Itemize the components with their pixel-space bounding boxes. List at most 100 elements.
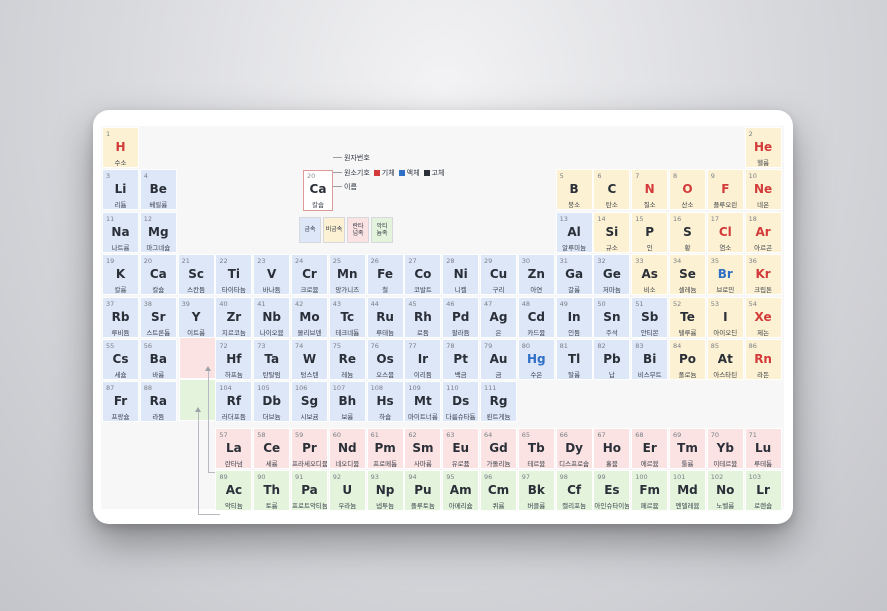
element-cell-tc[interactable]: 43 Tc 테크네튬 — [328, 296, 366, 338]
element-cell-rg[interactable]: 111 Rg 뢴트게늄 — [480, 381, 517, 423]
element-cell-mt[interactable]: 109 Mt 마이트너륨 — [404, 381, 442, 423]
element-cell-th[interactable]: 90 Th 토륨 — [253, 470, 291, 512]
element-cell-hs[interactable]: 108 Hs 하슘 — [366, 381, 404, 423]
element-cell-np[interactable]: 93 Np 넵투늄 — [366, 470, 404, 512]
element-cell-na[interactable]: 11 Na 나트륨 — [102, 211, 139, 253]
element-cell-rb[interactable]: 37 Rb 루비듐 — [102, 296, 139, 338]
element-cell-sr[interactable]: 38 Sr 스트론튬 — [139, 296, 177, 338]
element-cell-sm[interactable]: 62 Sm 사마륨 — [404, 427, 442, 469]
element-cell-sb[interactable]: 51 Sb 안티몬 — [631, 296, 669, 338]
element-cell-w[interactable]: 74 W 텅스텐 — [291, 339, 328, 380]
element-cell-c[interactable]: 6 C 탄소 — [593, 169, 631, 211]
element-cell-tm[interactable]: 69 Tm 툴륨 — [669, 427, 706, 469]
element-cell-ca[interactable]: 20 Ca 칼슘 — [139, 254, 177, 296]
element-cell-pt[interactable]: 78 Pt 백금 — [442, 339, 480, 380]
element-cell-nd[interactable]: 60 Nd 네오디뮴 — [328, 427, 366, 469]
element-cell-ir[interactable]: 77 Ir 이리듐 — [404, 339, 442, 380]
element-cell-ne[interactable]: 10 Ne 네온 — [744, 169, 782, 211]
element-cell-cu[interactable]: 29 Cu 구리 — [480, 254, 517, 296]
element-cell-lu[interactable]: 71 Lu 루테튬 — [744, 427, 782, 469]
element-cell-pr[interactable]: 59 Pr 프라세오디뮴 — [291, 427, 328, 469]
element-cell-nb[interactable]: 41 Nb 나이오븀 — [253, 296, 291, 338]
element-cell-as[interactable]: 33 As 비소 — [631, 254, 669, 296]
element-cell-ti[interactable]: 22 Ti 타이타늄 — [215, 254, 253, 296]
element-cell-ta[interactable]: 73 Ta 탄탈럼 — [253, 339, 291, 380]
element-cell-y[interactable]: 39 Y 이트륨 — [177, 296, 215, 338]
element-cell-xe[interactable]: 54 Xe 제논 — [744, 296, 782, 338]
element-cell-hg[interactable]: 80 Hg 수은 — [517, 339, 555, 380]
element-cell-cf[interactable]: 98 Cf 캘리포늄 — [555, 470, 593, 512]
element-cell-cr[interactable]: 24 Cr 크로뮴 — [291, 254, 328, 296]
element-cell-rf[interactable]: 104 Rf 러더포듐 — [215, 381, 253, 423]
element-cell-ge[interactable]: 32 Ge 저마늄 — [593, 254, 631, 296]
element-cell-i[interactable]: 53 I 아이오딘 — [706, 296, 744, 338]
element-cell-pu[interactable]: 94 Pu 플루토늄 — [404, 470, 442, 512]
element-cell-sn[interactable]: 50 Sn 주석 — [593, 296, 631, 338]
element-cell-mn[interactable]: 25 Mn 망가니즈 — [328, 254, 366, 296]
element-cell-u[interactable]: 92 U 우라늄 — [328, 470, 366, 512]
element-cell-pd[interactable]: 46 Pd 팔라듐 — [442, 296, 480, 338]
element-cell-bi[interactable]: 83 Bi 비스무트 — [631, 339, 669, 380]
element-cell-ra[interactable]: 88 Ra 라듐 — [139, 381, 177, 423]
element-cell-fr[interactable]: 87 Fr 프랑슘 — [102, 381, 139, 423]
element-cell-bh[interactable]: 107 Bh 보륨 — [328, 381, 366, 423]
element-cell-tb[interactable]: 65 Tb 테르븀 — [517, 427, 555, 469]
element-cell-er[interactable]: 68 Er 에르븀 — [631, 427, 669, 469]
element-cell-si[interactable]: 14 Si 규소 — [593, 211, 631, 253]
element-cell-am[interactable]: 95 Am 아메리슘 — [442, 470, 480, 512]
element-cell-cm[interactable]: 96 Cm 퀴륨 — [480, 470, 517, 512]
element-cell-es[interactable]: 99 Es 아인슈타이늄 — [593, 470, 631, 512]
element-cell-no[interactable]: 102 No 노벨륨 — [706, 470, 744, 512]
element-cell-f[interactable]: 9 F 플루오린 — [706, 169, 744, 211]
element-cell-kr[interactable]: 36 Kr 크립톤 — [744, 254, 782, 296]
element-cell-k[interactable]: 19 K 칼륨 — [102, 254, 139, 296]
element-cell-rh[interactable]: 45 Rh 로듐 — [404, 296, 442, 338]
element-cell-po[interactable]: 84 Po 폴로늄 — [669, 339, 706, 380]
element-cell-zr[interactable]: 40 Zr 지르코늄 — [215, 296, 253, 338]
element-cell-te[interactable]: 52 Te 텔루륨 — [669, 296, 706, 338]
element-cell-in[interactable]: 49 In 인듐 — [555, 296, 593, 338]
element-cell-s[interactable]: 16 S 황 — [669, 211, 706, 253]
element-cell-re[interactable]: 75 Re 레늄 — [328, 339, 366, 380]
element-cell-mg[interactable]: 12 Mg 마그네슘 — [139, 211, 177, 253]
element-cell-se[interactable]: 34 Se 셀레늄 — [669, 254, 706, 296]
element-cell-dy[interactable]: 66 Dy 디스프로슘 — [555, 427, 593, 469]
element-cell-ba[interactable]: 56 Ba 바륨 — [139, 339, 177, 380]
element-cell-ni[interactable]: 28 Ni 니켈 — [442, 254, 480, 296]
element-cell-ce[interactable]: 58 Ce 세륨 — [253, 427, 291, 469]
element-cell-at[interactable]: 85 At 아스타틴 — [706, 339, 744, 380]
element-cell-lr[interactable]: 103 Lr 로렌슘 — [744, 470, 782, 512]
element-cell-db[interactable]: 105 Db 더브늄 — [253, 381, 291, 423]
element-cell-cs[interactable]: 55 Cs 세슘 — [102, 339, 139, 380]
element-cell-n[interactable]: 7 N 질소 — [631, 169, 669, 211]
element-cell-ho[interactable]: 67 Ho 홀뮴 — [593, 427, 631, 469]
element-cell-fm[interactable]: 100 Fm 페르뮴 — [631, 470, 669, 512]
element-cell-he[interactable]: 2 He 헬륨 — [744, 127, 782, 168]
element-cell-sc[interactable]: 21 Sc 스칸듐 — [177, 254, 215, 296]
element-cell-li[interactable]: 3 Li 리튬 — [102, 169, 139, 211]
element-cell-bk[interactable]: 97 Bk 버클륨 — [517, 470, 555, 512]
element-cell-cl[interactable]: 17 Cl 염소 — [706, 211, 744, 253]
element-cell-ds[interactable]: 110 Ds 다름슈타튬 — [442, 381, 480, 423]
element-cell-eu[interactable]: 63 Eu 유로퓸 — [442, 427, 480, 469]
element-cell-mo[interactable]: 42 Mo 몰리브덴 — [291, 296, 328, 338]
element-cell-co[interactable]: 27 Co 코발트 — [404, 254, 442, 296]
element-cell-ac[interactable]: 89 Ac 악티늄 — [215, 470, 253, 512]
element-cell-b[interactable]: 5 B 붕소 — [555, 169, 593, 211]
element-cell-la[interactable]: 57 La 란타넘 — [215, 427, 253, 469]
element-cell-os[interactable]: 76 Os 오스뮴 — [366, 339, 404, 380]
element-cell-zn[interactable]: 30 Zn 아연 — [517, 254, 555, 296]
element-cell-h[interactable]: 1 H 수소 — [102, 127, 139, 168]
element-cell-gd[interactable]: 64 Gd 가돌리늄 — [480, 427, 517, 469]
element-cell-pb[interactable]: 82 Pb 납 — [593, 339, 631, 380]
element-cell-au[interactable]: 79 Au 금 — [480, 339, 517, 380]
element-cell-fe[interactable]: 26 Fe 철 — [366, 254, 404, 296]
element-cell-o[interactable]: 8 O 산소 — [669, 169, 706, 211]
element-cell-ga[interactable]: 31 Ga 갈륨 — [555, 254, 593, 296]
element-cell-md[interactable]: 101 Md 멘델레븀 — [669, 470, 706, 512]
element-cell-rn[interactable]: 86 Rn 라돈 — [744, 339, 782, 380]
element-cell-al[interactable]: 13 Al 알루미늄 — [555, 211, 593, 253]
element-cell-hf[interactable]: 72 Hf 하프늄 — [215, 339, 253, 380]
element-cell-sg[interactable]: 106 Sg 시보귬 — [291, 381, 328, 423]
element-cell-cd[interactable]: 48 Cd 카드뮴 — [517, 296, 555, 338]
